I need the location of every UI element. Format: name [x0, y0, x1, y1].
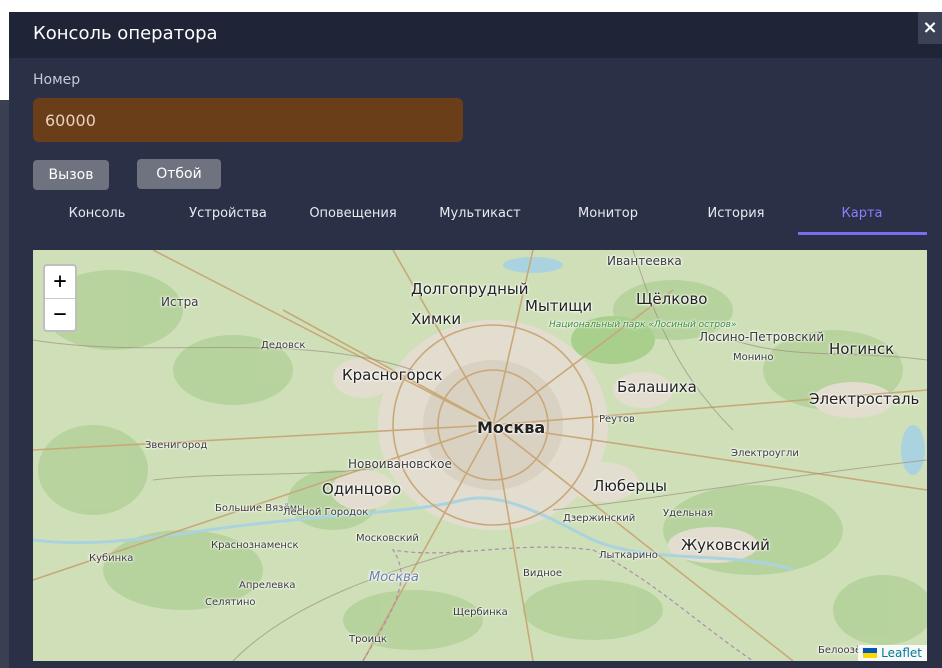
map-label: Люберцы [593, 477, 667, 495]
map-label: Апрелевка [239, 580, 296, 591]
map-label: Электросталь [809, 390, 920, 408]
map-label: Видное [523, 568, 563, 579]
map-label: Красногорск [342, 366, 443, 384]
map-label: Щёлково [636, 290, 708, 308]
map-label: Троицк [349, 634, 387, 645]
zoom-control: + − [43, 264, 77, 332]
map-label: Истра [161, 295, 199, 309]
map-label: Долгопрудный [411, 280, 529, 298]
map-attribution: Leaflet [858, 645, 927, 661]
background-panel-edge [0, 100, 9, 668]
map-label: Реутов [599, 414, 635, 425]
tab-map[interactable]: Карта [842, 206, 883, 221]
map-label: Лыткарино [599, 550, 658, 561]
active-tab-indicator [798, 232, 927, 235]
map-label: Балашиха [617, 378, 697, 396]
map-label: Кубинка [89, 553, 134, 564]
map-label: Москва [369, 570, 419, 585]
map-label: Мытищи [525, 297, 593, 315]
map-label: Электроугли [731, 448, 799, 459]
operator-console-modal: Консоль оператора × Номер Вызов Отбой Ко… [9, 12, 942, 668]
ukraine-flag-icon [863, 648, 878, 658]
zoom-in-button[interactable]: + [45, 266, 75, 299]
zoom-out-button[interactable]: − [45, 299, 75, 331]
map-label: Дедовск [261, 340, 306, 351]
map-label: Звенигород [145, 440, 208, 451]
tab-devices[interactable]: Устройства [189, 206, 267, 221]
tab-monitor[interactable]: Монитор [578, 206, 638, 221]
map-label: Удельная [663, 508, 714, 519]
tab-multicast[interactable]: Мультикаст [439, 206, 520, 221]
map-label: Ивантеевка [607, 254, 682, 268]
map-label: Одинцово [322, 480, 402, 498]
map-label: Лесной Городок [283, 507, 369, 518]
tab-history[interactable]: История [708, 206, 765, 221]
leaflet-link[interactable]: Leaflet [881, 646, 922, 660]
map-label: Дзержинский [563, 513, 636, 524]
hangup-button[interactable]: Отбой [137, 159, 221, 189]
tab-console[interactable]: Консоль [69, 206, 126, 221]
map-label: Ногинск [829, 340, 895, 358]
number-label: Номер [33, 72, 81, 88]
map-label: Новоивановское [348, 457, 452, 471]
map-label-moscow: Москва [477, 418, 546, 437]
modal-header: Консоль оператора [9, 12, 942, 58]
map-label: Лосино-Петровский [699, 330, 825, 344]
map-label: Краснознаменск [211, 540, 299, 551]
tab-alerts[interactable]: Оповещения [309, 206, 396, 221]
number-input[interactable] [33, 98, 463, 142]
map-label: Химки [411, 310, 462, 328]
close-button[interactable]: × [918, 12, 942, 44]
tab-bar: Консоль Устройства Оповещения Мультикаст… [9, 200, 942, 236]
map-label: Щербинка [453, 607, 508, 618]
map-label: Монино [733, 352, 774, 363]
call-button[interactable]: Вызов [33, 160, 109, 190]
map-label: Жуковский [681, 536, 770, 554]
map-label: Национальный парк «Лосиный остров» [549, 320, 737, 330]
map-label: Московский [356, 533, 419, 544]
modal-title: Консоль оператора [33, 23, 218, 44]
map-view[interactable]: Ивантеевка Долгопрудный Мытищи Щёлково И… [33, 250, 927, 661]
map-label: Большие Вязёмы [215, 503, 306, 514]
map-label: Селятино [205, 597, 256, 608]
